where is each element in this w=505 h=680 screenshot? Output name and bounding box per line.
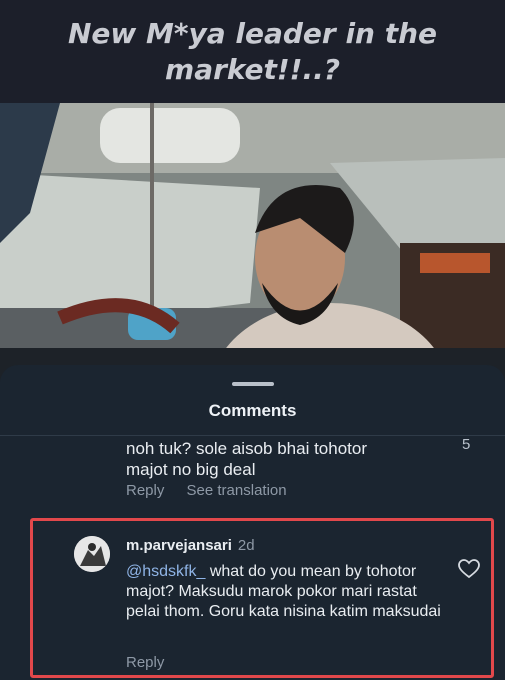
- avatar-image: [74, 536, 110, 572]
- like-count: 5: [462, 436, 471, 453]
- comment-text: @hsdskfk_ what do you mean by tohotor ma…: [126, 562, 446, 622]
- caption-line-2: market!!..?: [165, 52, 340, 86]
- comments-title: Comments: [208, 401, 297, 420]
- comments-list[interactable]: noh tuk? sole aisob bhai tohotor majot n…: [0, 436, 505, 680]
- sheet-drag-handle[interactable]: [232, 382, 274, 386]
- like-heart-icon[interactable]: [458, 559, 480, 579]
- avatar[interactable]: [74, 536, 110, 572]
- reply-button[interactable]: Reply: [126, 654, 164, 671]
- caption-line-1: New M*ya leader in the: [67, 16, 438, 50]
- comment-text-line-2: majot no big deal: [126, 460, 256, 479]
- comments-sheet: Comments noh tuk? sole aisob bhai tohoto…: [0, 365, 505, 680]
- video-thumbnail-image: [0, 103, 505, 393]
- reply-button[interactable]: Reply: [126, 482, 164, 499]
- see-translation-button[interactable]: See translation: [187, 482, 287, 499]
- video-caption: New M*ya leader in the market!!..?: [0, 0, 505, 103]
- username[interactable]: m.parvejansari: [126, 537, 232, 554]
- comment-author[interactable]: m.parvejansari 2d: [126, 537, 255, 554]
- comment-text-line-1: noh tuk? sole aisob bhai tohotor: [126, 439, 368, 458]
- comment-text: noh tuk? sole aisob bhai tohotor majot n…: [126, 438, 446, 480]
- mention-link[interactable]: @hsdskfk_: [126, 563, 205, 580]
- video-frame[interactable]: [0, 103, 505, 393]
- comment-actions: Reply See translation: [126, 482, 305, 499]
- comment-time: 2d: [237, 537, 255, 554]
